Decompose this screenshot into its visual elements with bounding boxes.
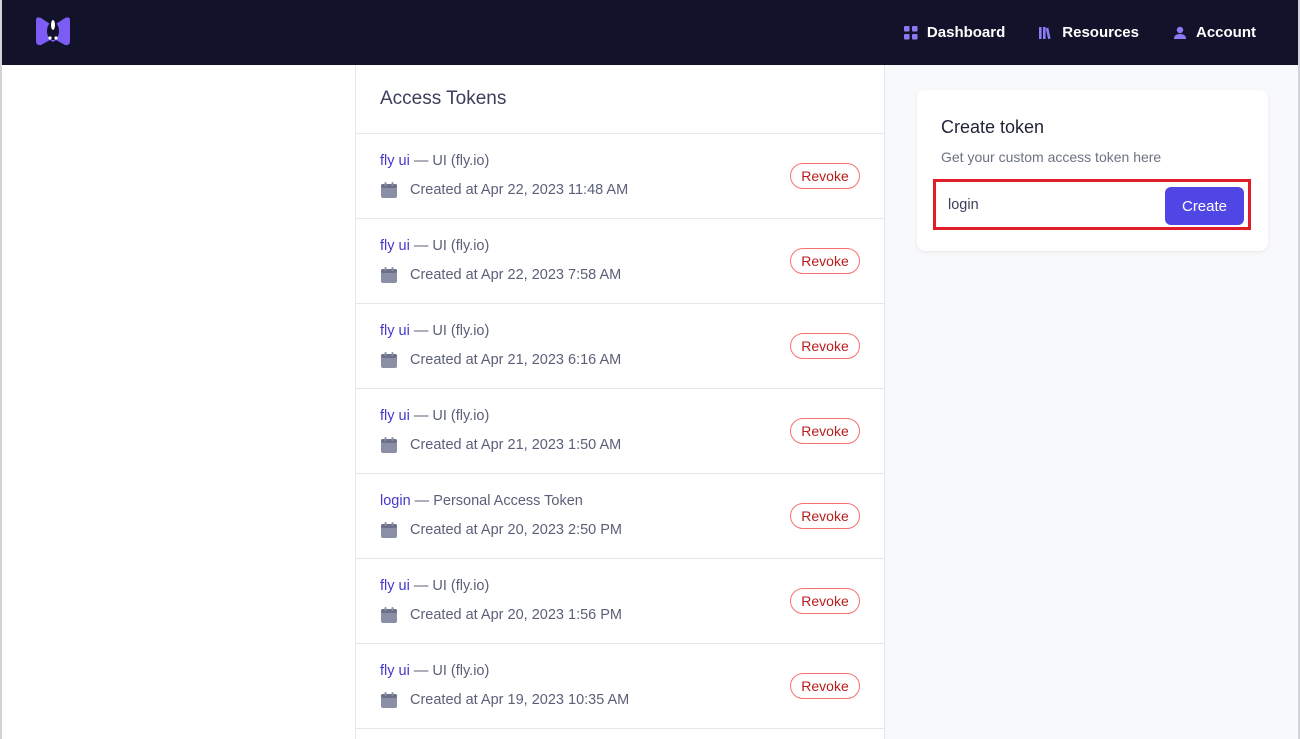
token-created-line: Created at Apr 22, 2023 11:48 AM bbox=[380, 181, 628, 199]
grid-icon bbox=[903, 25, 918, 39]
token-created-date: Created at Apr 21, 2023 6:16 AM bbox=[410, 352, 622, 368]
token-type: UI (fly.io) bbox=[432, 408, 490, 424]
token-separator: — bbox=[413, 153, 429, 169]
token-list-item: fly ui — UI (fly.io) Created at Apr 20, 2… bbox=[356, 559, 884, 644]
calendar-icon bbox=[381, 182, 397, 198]
token-title-line: fly ui — UI (fly.io) bbox=[380, 238, 489, 254]
left-spacer bbox=[4, 65, 356, 739]
create-token-title: Create token bbox=[941, 117, 1045, 137]
nav-resources-label: Resources bbox=[1062, 24, 1139, 41]
token-name-input[interactable] bbox=[942, 187, 1162, 223]
create-token-subtitle: Get your custom access token here bbox=[941, 149, 1162, 165]
token-separator: — bbox=[413, 238, 429, 254]
access-tokens-panel: Access Tokens fly ui — UI (fly.io) Create… bbox=[355, 65, 885, 739]
highlight-annotation: Create bbox=[933, 179, 1251, 230]
token-title-line: fly ui — UI (fly.io) bbox=[380, 153, 489, 169]
calendar-icon bbox=[381, 437, 397, 453]
token-list-item: fly ui — UI (fly.io) Created at Apr 22, 2… bbox=[356, 219, 884, 304]
token-type: UI (fly.io) bbox=[432, 663, 490, 679]
token-name-link[interactable]: fly ui bbox=[380, 578, 410, 594]
create-token-card: Create token Get your custom access toke… bbox=[917, 90, 1268, 251]
token-type: UI (fly.io) bbox=[432, 578, 490, 594]
token-created-date: Created at Apr 19, 2023 10:35 AM bbox=[410, 692, 630, 708]
access-tokens-title: Access Tokens bbox=[356, 65, 884, 134]
library-icon bbox=[1039, 26, 1051, 39]
revoke-button[interactable]: Revoke bbox=[790, 588, 860, 614]
token-created-date: Created at Apr 22, 2023 11:48 AM bbox=[410, 182, 629, 198]
token-name-link[interactable]: fly ui bbox=[380, 323, 410, 339]
top-navbar: Dashboard Resources Account bbox=[2, 0, 1298, 65]
token-created-line: Created at Apr 20, 2023 2:50 PM bbox=[380, 521, 622, 539]
token-created-date: Created at Apr 20, 2023 2:50 PM bbox=[410, 522, 622, 538]
revoke-button[interactable]: Revoke bbox=[790, 333, 860, 359]
token-separator: — bbox=[413, 408, 429, 424]
nav-resources-link[interactable]: Resources bbox=[1039, 24, 1139, 41]
token-name-link[interactable]: fly ui bbox=[380, 238, 410, 254]
right-sidebar: Create token Get your custom access toke… bbox=[885, 65, 1298, 739]
nav-account-link[interactable]: Account bbox=[1173, 24, 1256, 41]
token-separator: — bbox=[413, 323, 429, 339]
token-created-line: Created at Apr 21, 2023 6:16 AM bbox=[380, 351, 621, 369]
calendar-icon bbox=[381, 267, 397, 283]
token-separator: — bbox=[413, 663, 429, 679]
token-list-item: fly ui — UI (fly.io) Created at Apr 19, 2… bbox=[356, 644, 884, 729]
token-created-line: Created at Apr 21, 2023 1:50 AM bbox=[380, 436, 621, 454]
token-list-item: fly ui — UI (fly.io) Created at Apr 21, 2… bbox=[356, 389, 884, 474]
token-type: Personal Access Token bbox=[433, 493, 583, 509]
nav-dashboard-label: Dashboard bbox=[926, 24, 1006, 41]
token-name-link[interactable]: fly ui bbox=[380, 153, 410, 169]
token-list-item: fly ui — UI (fly.io) Created at Apr 22, 2… bbox=[356, 134, 884, 219]
calendar-icon bbox=[381, 352, 397, 368]
token-title-line: fly ui — UI (fly.io) bbox=[380, 323, 489, 339]
token-created-line: Created at Apr 20, 2023 1:56 PM bbox=[380, 606, 622, 624]
token-title-line: fly ui — UI (fly.io) bbox=[380, 408, 489, 424]
app-frame: Dashboard Resources Account Access Token… bbox=[0, 0, 1300, 739]
revoke-button[interactable]: Revoke bbox=[790, 163, 860, 189]
token-list-item: login — Personal Access Token Created at … bbox=[356, 474, 884, 559]
revoke-button[interactable]: Revoke bbox=[790, 248, 860, 274]
token-list-item: fly ui — UI (fly.io) Created at Apr 21, 2… bbox=[356, 304, 884, 389]
revoke-button[interactable]: Revoke bbox=[790, 503, 860, 529]
revoke-button[interactable]: Revoke bbox=[790, 673, 860, 699]
token-type: UI (fly.io) bbox=[432, 153, 490, 169]
nav-links: Dashboard Resources Account bbox=[903, 0, 1256, 65]
calendar-icon bbox=[381, 607, 397, 623]
token-name-link[interactable]: fly ui bbox=[380, 408, 410, 424]
token-created-line: Created at Apr 22, 2023 7:58 AM bbox=[380, 266, 621, 284]
token-type: UI (fly.io) bbox=[432, 323, 490, 339]
token-created-date: Created at Apr 22, 2023 7:58 AM bbox=[410, 267, 622, 283]
token-separator: — bbox=[414, 493, 430, 509]
calendar-icon bbox=[381, 692, 397, 708]
token-created-date: Created at Apr 21, 2023 1:50 AM bbox=[410, 437, 622, 453]
token-created-date: Created at Apr 20, 2023 1:56 PM bbox=[410, 607, 622, 623]
create-button[interactable]: Create bbox=[1165, 187, 1244, 225]
nav-dashboard-link[interactable]: Dashboard bbox=[903, 24, 1006, 41]
fly-logo-icon[interactable] bbox=[34, 14, 72, 48]
token-title-line: login — Personal Access Token bbox=[380, 493, 583, 509]
revoke-button[interactable]: Revoke bbox=[790, 418, 860, 444]
token-separator: — bbox=[413, 578, 429, 594]
nav-account-label: Account bbox=[1196, 24, 1256, 41]
token-list: fly ui — UI (fly.io) Created at Apr 22, 2… bbox=[356, 134, 884, 729]
token-created-line: Created at Apr 19, 2023 10:35 AM bbox=[380, 691, 629, 709]
token-name-link[interactable]: login bbox=[380, 493, 411, 509]
token-name-link[interactable]: fly ui bbox=[380, 663, 410, 679]
token-title-line: fly ui — UI (fly.io) bbox=[380, 663, 489, 679]
token-type: UI (fly.io) bbox=[432, 238, 490, 254]
user-icon bbox=[1174, 26, 1186, 39]
calendar-icon bbox=[381, 522, 397, 538]
token-title-line: fly ui — UI (fly.io) bbox=[380, 578, 489, 594]
